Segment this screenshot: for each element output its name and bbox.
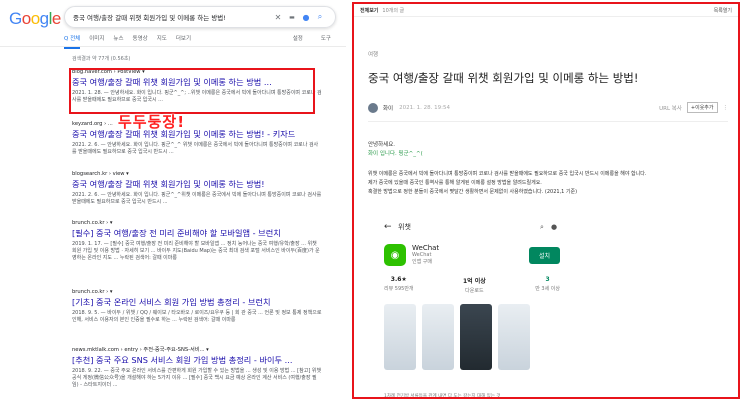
result-url[interactable]: blogsearch.kr › view ▾ [72,171,322,177]
url-copy-button[interactable]: URL 복사 [659,104,682,112]
open-list-link[interactable]: 목록열기 [714,7,732,14]
author-name[interactable]: 화이 [383,104,393,112]
close-icon[interactable]: ✕ [271,13,285,22]
search-icon[interactable]: ⌕ [313,12,327,22]
result-url[interactable]: brunch.co.kr › ▾ [72,220,322,226]
app-purchase-note: 인앱 구매 [412,259,432,265]
search-box[interactable]: 중국 여행/출장 갈때 위챗 회원가입 및 이메롱 하는 방법! ✕ ▬ ● ⌕ [64,6,336,28]
search-icon[interactable]: ⌕ [536,223,548,232]
app-rating: 3.6★ [390,276,407,283]
post-count: 10개의 글 [382,7,405,14]
mic-icon[interactable]: ● [299,13,313,22]
result-title[interactable]: 중국 여행/출장 갈때 위챗 회원가입 및 이메롱 하는 방법! [72,179,322,190]
app-name: WeChat [412,244,440,252]
google-logo[interactable]: Google [9,9,61,29]
result-url[interactable]: keyzard.org › ... [72,121,322,127]
app-downloads-label: 다운로드 [465,288,484,294]
post-date: 2021. 1. 28. 19:54 [399,104,450,111]
divider [0,46,346,47]
age-rating-label: 만 3세 이상 [535,286,560,292]
result-snippet: 2021. 2. 6. — 안녕하세요. 화이 입니다. 핑군^_^ 위챗 이메… [72,142,319,156]
result-title[interactable]: [추천] 중국 주요 SNS 서비스 회원 가입 방법 총정리 - 바이두 ..… [72,355,322,366]
search-result: blogsearch.kr › view ▾ 중국 여행/출장 갈때 위챗 회원… [72,171,322,206]
result-snippet: 2018. 9. 22. — 중국 주요 온라인 서비스를 간편하게 회원 가입… [72,368,322,389]
add-neighbor-button[interactable]: +이웃추가 [686,102,718,113]
app-screenshot[interactable] [384,304,416,370]
screenshot-caption: 1차례 전기방 서류등을 관계 내면 다 도는 갈는지 대해 있는 것 [384,394,501,399]
app-downloads: 1억 이상 [462,278,486,285]
result-stats: 검색결과 약 77개 (0.56초) [72,56,131,62]
post-intro: 안녕하세요. 화이 입니다. 핑군^_^( [368,141,423,159]
post-body: 위챗 이메롱은 중국에서 빅에 돌아다니며 통방중이며 코로나 검사를 받을때에… [368,170,728,197]
overlay-caption: 두두둥장! [118,113,186,131]
wechat-icon: ◉ [384,244,406,266]
body-paragraph: 제가 중국에 있을때 중국인 통역사를 통해 알게된 이메롱 설정 방법을 알려… [368,180,542,186]
app-screenshot[interactable] [498,304,530,370]
search-result: brunch.co.kr › ▾ [기초] 중국 온라인 서비스 회원 가입 방… [72,289,322,324]
back-arrow-icon[interactable]: ← [384,222,398,232]
result-url[interactable]: news.mktlalk.com › entry › 주전-중국-주요-SNS-… [72,346,322,353]
avatar[interactable] [368,102,378,113]
app-row: ◉ WeChat WeChat 인앱 구매 설치 [384,244,560,266]
author-row: 화이 2021. 1. 28. 19:54 URL 복사 +이웃추가 ⋮ [368,102,728,113]
result-title[interactable]: 중국 여행/출장 갈때 위챗 회원가입 및 이메롱 하는 방법! - 키자드 [72,129,322,140]
mic-icon[interactable]: ● [548,223,560,231]
app-screenshot[interactable] [460,304,492,370]
app-rating-label: 리뷰 595만개 [384,286,414,292]
post-title: 중국 여행/출장 갈때 위챗 회원가입 및 이메롱 하는 방법! [368,71,639,85]
app-developer: WeChat [412,252,432,258]
body-paragraph: 위챗 이메롱은 중국에서 빅에 돌아다니며 통방중이며 코로나 검사를 받을때에… [368,171,647,177]
app-store-screenshot: ← 위챗 ⌕ ● ◉ WeChat WeChat 인앱 구매 설치 3.6★ 리뷰… [384,216,560,397]
app-screenshots [384,304,560,370]
body-paragraph: 혹결한 방법으로 정한 분들이 중국에서 몇달간 생활하면서 문제없이 사용하였… [368,189,578,195]
result-title[interactable]: [필수] 중국 여행/출장 전 미리 준비해야 할 모바일앱 - 브런치 [72,228,322,239]
install-button[interactable]: 설치 [528,246,560,264]
result-snippet: 2018. 9. 5. — 바이두 / 위챗 / QQ / 웨이보 / 타오바오… [72,310,322,324]
post-category[interactable]: 여행 [368,50,378,58]
app-screenshot[interactable] [422,304,454,370]
store-header: ← 위챗 ⌕ ● [384,216,560,238]
greeting-line-2: 화이 입니다. 핑군^_^( [368,151,423,157]
result-url[interactable]: brunch.co.kr › ▾ [72,289,322,295]
search-result: brunch.co.kr › ▾ [필수] 중국 여행/출장 전 미리 준비해야… [72,220,322,263]
search-result: keyzard.org › ... 중국 여행/출장 갈때 위챗 회원가입 및 … [72,121,322,156]
keyboard-icon[interactable]: ▬ [285,14,299,21]
store-search-title: 위챗 [398,223,411,231]
search-input[interactable]: 중국 여행/출장 갈때 위챗 회원가입 및 이메롱 하는 방법! [73,12,271,22]
result-snippet: 2019. 1. 17. — [필수] 중국 여행/출장 전 미리 준비해야 할… [72,241,320,262]
more-icon[interactable]: ⋮ [723,105,729,111]
divider [368,121,728,122]
view-all-link[interactable]: 전체보기 [360,7,378,14]
app-stats: 3.6★ 리뷰 595만개 1억 이상다운로드 3 만 3세 이상 [384,276,560,294]
age-rating: 3 [545,276,550,283]
greeting-line: 안녕하세요. [368,142,396,148]
blog-panel: 전체보기 10개의 글 목록열기 여행 중국 여행/출장 갈때 위챗 회원가입 … [352,2,740,399]
highlight-box [69,68,315,114]
result-title[interactable]: [기초] 중국 온라인 서비스 회원 가입 방법 총정리 - 브런치 [72,297,322,308]
blog-topbar: 전체보기 10개의 글 목록열기 [354,4,738,17]
search-result: news.mktlalk.com › entry › 주전-중국-주요-SNS-… [72,346,322,390]
result-snippet: 2021. 2. 6. — 안녕하세요. 화이 입니다. 핑군^_^위챗 이메롱… [72,192,322,206]
